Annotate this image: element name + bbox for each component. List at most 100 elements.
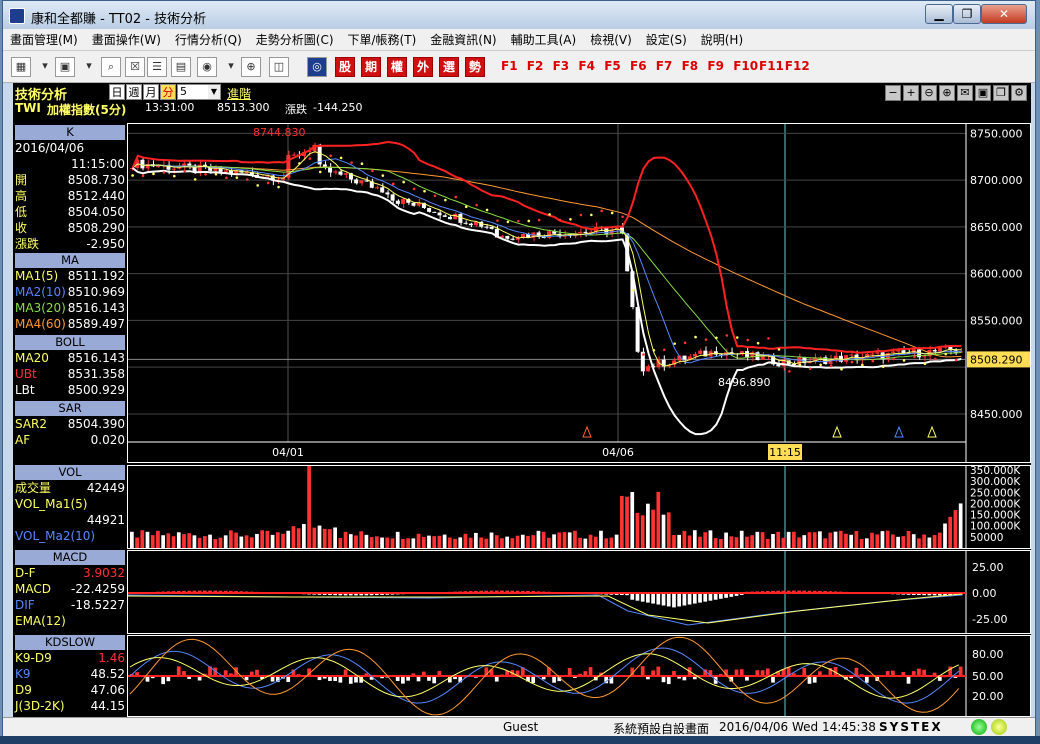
maximize-button[interactable]: ❐ — [953, 4, 981, 24]
table-icon[interactable]: ▤ — [171, 57, 191, 77]
fkey-f3[interactable]: F3 — [553, 59, 570, 73]
volume-bar — [896, 536, 900, 548]
money-icon[interactable]: ◉ — [197, 57, 217, 77]
candle-body — [578, 231, 583, 234]
dropdown-icon[interactable]: ▾ — [83, 57, 95, 77]
fkey-f10[interactable]: F10 — [733, 59, 758, 73]
quote-price: 8513.300 — [217, 101, 270, 114]
quick-button-1[interactable]: 期 — [361, 57, 381, 77]
fkey-f5[interactable]: F5 — [604, 59, 621, 73]
menu-item-4[interactable]: 下單/帳務(T) — [341, 29, 424, 51]
layout-icon[interactable]: ▦ — [11, 57, 31, 77]
list-icon[interactable]: ☰ — [147, 57, 167, 77]
period-2[interactable]: 月 — [143, 84, 159, 100]
chat-icon[interactable]: ✉ — [957, 85, 973, 101]
fkey-f12[interactable]: F12 — [785, 59, 810, 73]
volume-chart[interactable]: 350.000K300.000K250.000K200.000K150.000K… — [127, 465, 1031, 549]
period-3[interactable]: 分 — [160, 84, 176, 100]
fkey-f8[interactable]: F8 — [682, 59, 699, 73]
kd-row-label: J(3D-2K) — [15, 699, 65, 713]
fkey-f1[interactable]: F1 — [501, 59, 518, 73]
plus-icon[interactable]: + — [903, 85, 919, 101]
kd-row-label: K9-D9 — [15, 651, 52, 665]
low-annotation: 8496.890 — [718, 376, 771, 389]
period-0[interactable]: 日 — [109, 84, 125, 100]
ma-row: MA1(5) 8511.192 — [15, 269, 125, 284]
volume-bar — [599, 530, 603, 548]
volume-bar — [760, 532, 765, 548]
price-chart[interactable]: 8750.000 8700.000 8650.000 8600.000 8550.000… — [127, 123, 1031, 463]
kd-bar — [640, 666, 645, 676]
brand-icon[interactable]: ◎ — [307, 57, 327, 77]
minus-icon[interactable]: − — [885, 85, 901, 101]
quick-button-2[interactable]: 權 — [387, 57, 407, 77]
macd-chart[interactable]: 25.00 0.00 -25.00 — [127, 550, 1031, 634]
sar-dot — [256, 184, 260, 187]
menu-item-0[interactable]: 畫面管理(M) — [3, 29, 85, 51]
volume-bar — [442, 534, 447, 548]
menu-item-8[interactable]: 設定(S) — [639, 29, 694, 51]
settings-icon[interactable]: ⚙ — [1011, 85, 1027, 101]
volume-bar — [296, 528, 301, 548]
zoom-out-icon[interactable]: ⊖ — [921, 85, 937, 101]
sar-dot — [642, 353, 645, 356]
volume-bar — [489, 532, 494, 548]
fkey-f7[interactable]: F7 — [656, 59, 673, 73]
fkey-f11[interactable]: F11 — [759, 59, 784, 73]
volume-bar — [672, 535, 676, 548]
kd-bar — [588, 667, 593, 676]
y-tick-label: 20.00 — [972, 690, 1004, 703]
volume-bar — [943, 523, 947, 548]
menu-item-9[interactable]: 說明(H) — [694, 29, 750, 51]
dropdown-icon[interactable]: ▾ — [39, 57, 51, 77]
sar-section-head: SAR — [15, 401, 125, 416]
volume-bar — [348, 534, 353, 548]
candle-body — [432, 211, 437, 213]
volume-bar — [828, 532, 833, 548]
fkey-f9[interactable]: F9 — [707, 59, 724, 73]
sar-dot — [266, 181, 270, 185]
volume-bar — [343, 531, 348, 548]
ma-row-value: 8510.969 — [67, 285, 125, 299]
fkey-f2[interactable]: F2 — [527, 59, 544, 73]
candle-body — [682, 355, 687, 360]
link-icon[interactable]: ⊕ — [241, 57, 261, 77]
fkey-f6[interactable]: F6 — [630, 59, 647, 73]
monitor-icon[interactable]: ▣ — [55, 57, 75, 77]
period-1[interactable]: 週 — [126, 84, 142, 100]
menu-item-1[interactable]: 畫面操作(W) — [85, 29, 168, 51]
chevron-down-icon: ▼ — [208, 85, 220, 99]
menu-item-6[interactable]: 輔助工具(A) — [504, 29, 584, 51]
close-box-icon[interactable]: ☒ — [125, 57, 145, 77]
advanced-link[interactable]: 進階 — [227, 85, 251, 102]
fkey-f4[interactable]: F4 — [578, 59, 595, 73]
minimize-button[interactable]: ▁ — [925, 4, 953, 24]
zoom-in-icon[interactable]: ⊕ — [939, 85, 955, 101]
quick-button-3[interactable]: 外 — [413, 57, 433, 77]
search-icon[interactable]: ⌕ — [101, 57, 121, 77]
window-icon[interactable]: ❐ — [993, 85, 1009, 101]
kd-bar — [401, 676, 405, 684]
candle-body — [427, 208, 432, 212]
menu-item-3[interactable]: 走勢分析圖(C) — [249, 29, 341, 51]
volume-bar — [703, 532, 708, 548]
quick-button-4[interactable]: 選 — [439, 57, 459, 77]
close-button[interactable]: ✕ — [981, 4, 1027, 24]
quick-button-5[interactable]: 勢 — [465, 57, 485, 77]
volume-bar — [213, 539, 218, 548]
save-icon[interactable]: ▣ — [975, 85, 991, 101]
kd-chart[interactable]: 80.00 50.00 20.00 — [127, 635, 1031, 717]
volume-bar — [849, 534, 854, 548]
menu-item-2[interactable]: 行情分析(Q) — [168, 29, 249, 51]
menu-item-7[interactable]: 檢視(V) — [583, 29, 639, 51]
menu-item-5[interactable]: 金融資訊(N) — [423, 29, 503, 51]
quick-button-0[interactable]: 股 — [335, 57, 355, 77]
interval-dropdown[interactable]: 5 ▼ — [177, 84, 221, 100]
candle-body — [875, 352, 880, 354]
volume-bar — [802, 535, 807, 548]
window-icon[interactable]: ◫ — [269, 57, 289, 77]
dropdown-icon[interactable]: ▾ — [225, 57, 237, 77]
volume-bar — [708, 530, 713, 548]
volume-bar — [755, 531, 760, 548]
sar-dot — [725, 334, 729, 337]
